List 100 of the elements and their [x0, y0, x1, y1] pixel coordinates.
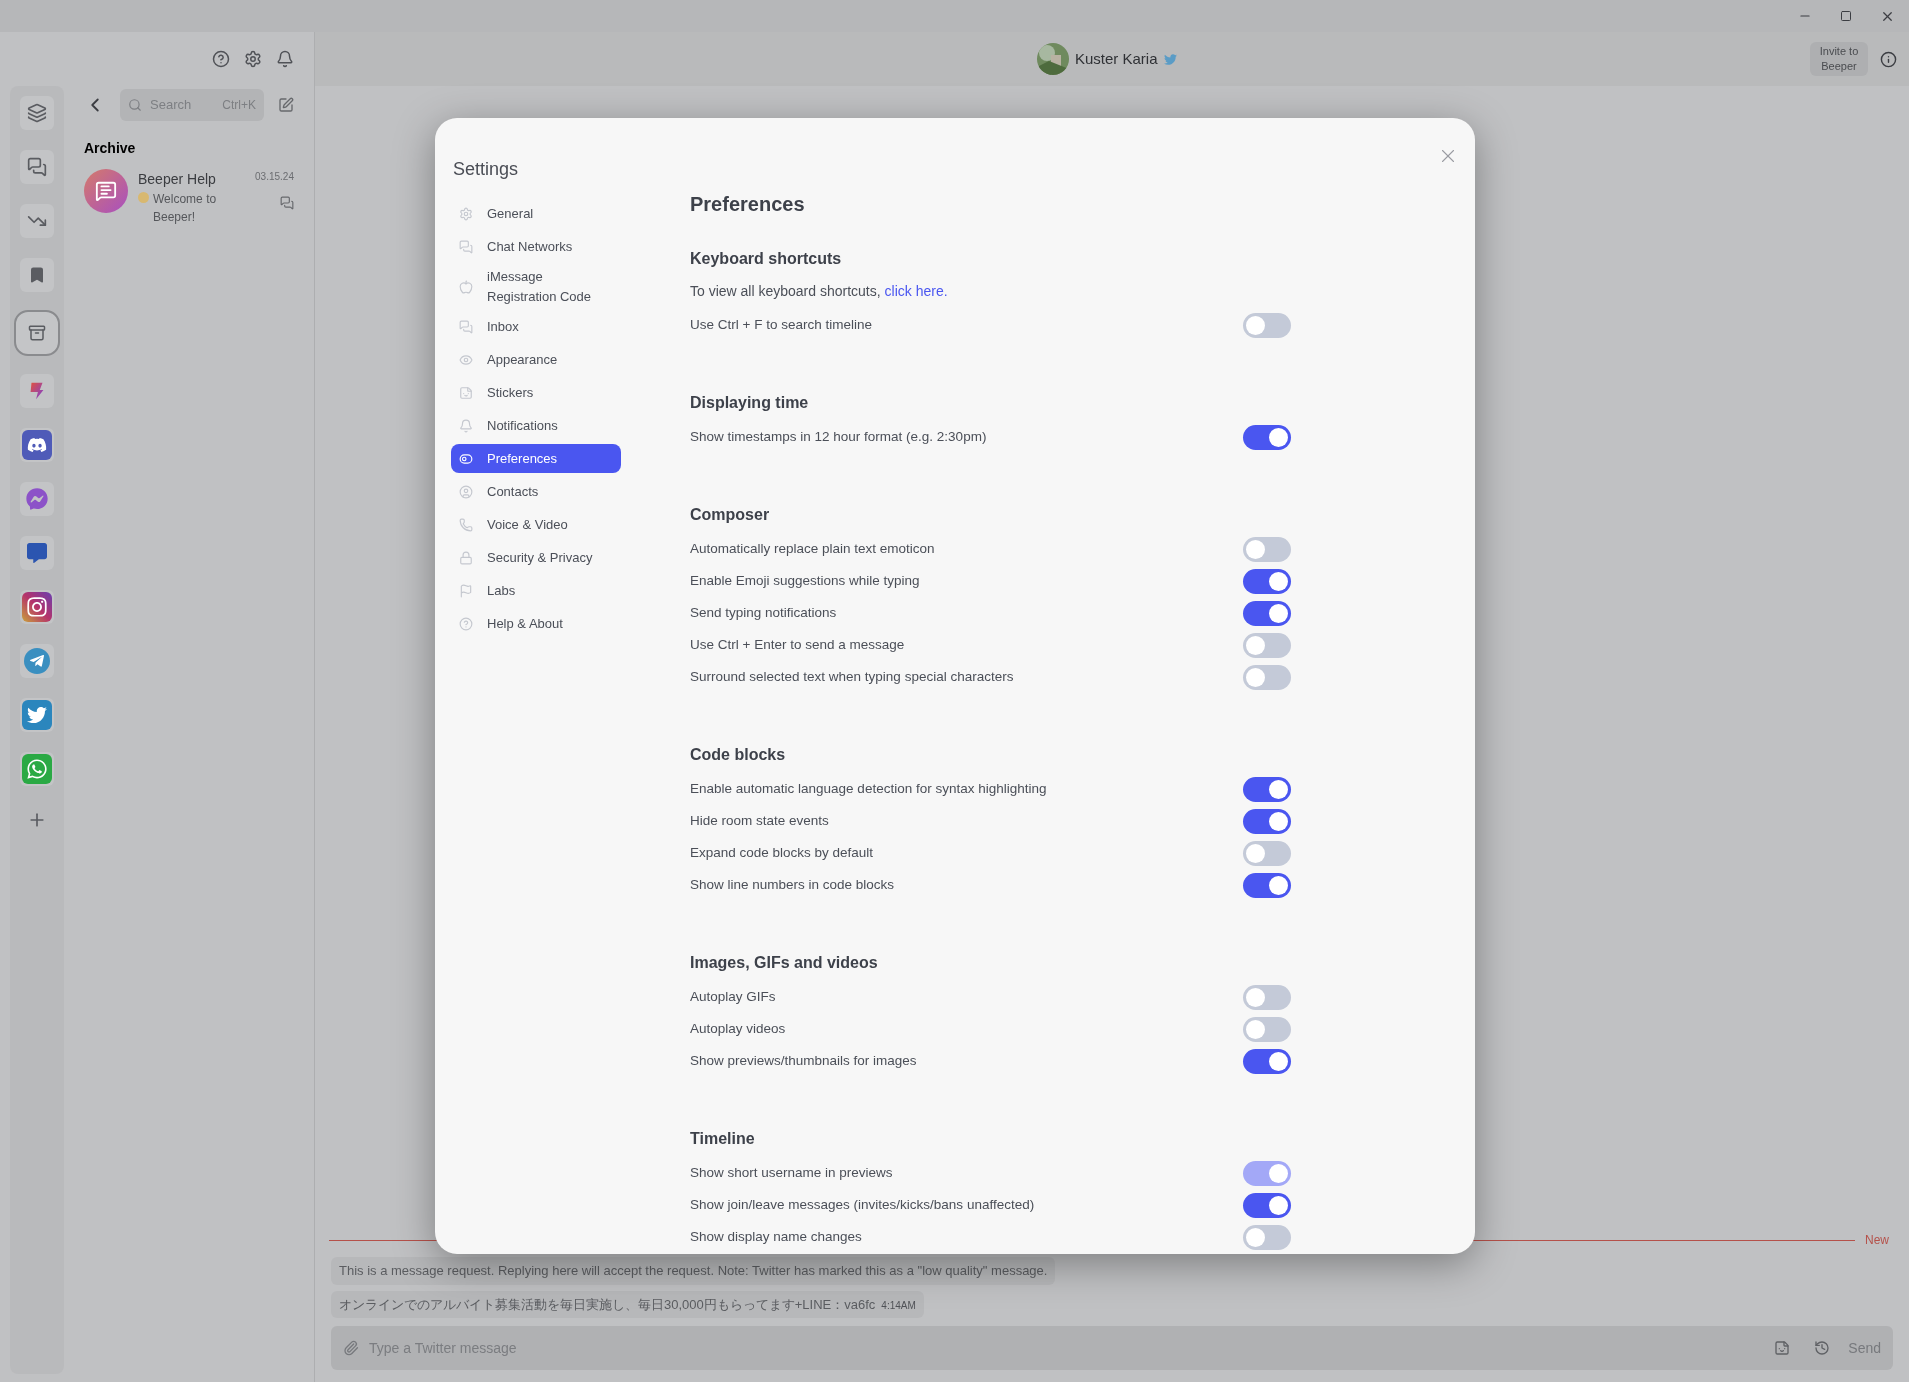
toggle-switch[interactable] — [1243, 600, 1291, 626]
section-heading: Keyboard shortcuts — [690, 249, 843, 269]
toggle-switch[interactable] — [1243, 808, 1291, 834]
bird-icon — [1163, 52, 1177, 66]
message-text: オンラインでのアルバイト募集活動を毎日実施し、毎日30,000円もらってます+LINE：va6fc — [339, 1295, 876, 1314]
toggle-icon — [459, 451, 473, 466]
apple-icon — [459, 279, 473, 294]
avatar-icon — [84, 169, 128, 213]
section-heading: Timeline — [690, 1129, 756, 1149]
invite-button[interactable]: Invite to Beeper — [1810, 42, 1868, 76]
click-here-link[interactable]: click here. — [884, 283, 948, 299]
settings-icon[interactable] — [244, 50, 262, 68]
settings-nav-item[interactable]: Stickers — [451, 378, 621, 407]
lock-icon — [459, 550, 473, 565]
setting-label: Expand code blocks by default — [690, 843, 874, 862]
rail-button[interactable] — [20, 698, 54, 732]
message-text: This is a message request. Replying here will accept the request. Note: Twitter has marked this as a "low quality" message. — [339, 1262, 1048, 1280]
chat-bubbles-icon — [459, 239, 473, 254]
toggle-switch[interactable] — [1243, 632, 1291, 658]
setting-label: Enable automatic language detection for syntax highlighting — [690, 779, 1047, 798]
person-circle-icon — [459, 484, 473, 499]
toggle-switch[interactable] — [1243, 872, 1291, 898]
section-heading: Images, GIFs and videos — [690, 953, 879, 973]
section-heading: Composer — [690, 505, 771, 525]
chat-item[interactable]: Beeper Help Welcome to Beeper! 03.15.24 — [84, 169, 294, 226]
settings-nav-item[interactable]: Security & Privacy — [451, 543, 621, 572]
bookmark-icon — [28, 266, 46, 284]
settings-nav-item[interactable]: Labs — [451, 576, 621, 605]
toggle-switch[interactable] — [1243, 1224, 1291, 1250]
bird-icon — [22, 700, 52, 730]
rail-button[interactable] — [20, 752, 54, 786]
rail-button[interactable] — [20, 590, 54, 624]
settings-nav-item[interactable]: Notifications — [451, 411, 621, 440]
sticker-icon[interactable] — [1774, 1340, 1791, 1356]
chat-time: 03.15.24 — [255, 170, 294, 184]
speech-bubble-icon — [27, 543, 47, 563]
rail-button[interactable] — [16, 312, 58, 354]
chat-bubbles-icon — [27, 157, 47, 177]
chat-preview: Welcome to Beeper! — [153, 191, 218, 226]
info-icon[interactable] — [1880, 50, 1897, 68]
message-time: 4:14AM — [881, 1298, 916, 1313]
toggle-switch[interactable] — [1243, 568, 1291, 594]
rail-button[interactable] — [20, 428, 54, 462]
section-heading: Archive — [84, 139, 137, 158]
setting-label: Show previews/thumbnails for images — [690, 1051, 917, 1070]
rail-button[interactable] — [20, 204, 54, 238]
settings-nav-item[interactable]: General — [451, 199, 621, 228]
setting-label: Use Ctrl + F to search timeline — [690, 315, 872, 334]
chat-bubbles-icon — [459, 319, 473, 334]
layers-icon — [27, 103, 47, 123]
rail-button[interactable] — [20, 96, 54, 130]
toggle-switch[interactable] — [1243, 984, 1291, 1010]
contact-name: Kuster Karia — [1075, 48, 1158, 69]
rail-button[interactable] — [20, 374, 54, 408]
help-icon — [459, 616, 473, 631]
settings-nav-item[interactable]: Appearance — [451, 345, 621, 374]
settings-nav-item[interactable]: Preferences — [451, 444, 621, 473]
flag-icon — [459, 583, 473, 598]
setting-label: Autoplay videos — [690, 1019, 786, 1038]
camera-icon — [22, 592, 52, 622]
toggle-switch[interactable] — [1243, 664, 1291, 690]
notification-bell-icon[interactable] — [276, 50, 294, 68]
toggle-switch[interactable] — [1243, 840, 1291, 866]
setting-label: Autoplay GIFs — [690, 987, 776, 1006]
inbox-tray-icon — [28, 324, 46, 342]
toggle-switch[interactable] — [1243, 1016, 1291, 1042]
setting-label: Show short username in previews — [690, 1163, 893, 1182]
rail-button[interactable] — [20, 536, 54, 570]
setting-label: Hide room state events — [690, 811, 829, 830]
settings-nav-item[interactable]: Voice & Video — [451, 510, 621, 539]
section-heading: Displaying time — [690, 393, 810, 413]
phone-icon — [459, 517, 473, 532]
toggle-switch[interactable] — [1243, 424, 1291, 450]
rail-button[interactable] — [20, 644, 54, 678]
settings-nav-item[interactable]: iMessage Registration Code — [451, 265, 621, 308]
compose-icon[interactable] — [278, 97, 294, 113]
rail-button[interactable] — [20, 150, 54, 184]
rail-button[interactable] — [20, 258, 54, 292]
bell-icon — [459, 418, 473, 433]
settings-nav-item[interactable]: Contacts — [451, 477, 621, 506]
history-icon[interactable] — [1814, 1340, 1831, 1356]
toggle-switch[interactable] — [1243, 536, 1291, 562]
settings-nav-item[interactable]: Chat Networks — [451, 232, 621, 261]
setting-label: Show join/leave messages (invites/kicks/bans unaffected) — [690, 1195, 1035, 1214]
eye-icon — [459, 352, 473, 367]
chat-bubble-icon — [280, 196, 294, 210]
toggle-switch[interactable] — [1243, 312, 1291, 338]
page-title: Preferences — [690, 192, 806, 217]
help-icon[interactable] — [212, 50, 230, 68]
toggle-switch[interactable] — [1243, 776, 1291, 802]
section-note: To view all keyboard shortcuts, click here. — [690, 282, 949, 301]
toggle-switch[interactable] — [1243, 1192, 1291, 1218]
gear-icon — [459, 206, 473, 221]
rail-button[interactable] — [20, 482, 54, 516]
setting-label: Enable Emoji suggestions while typing — [690, 571, 920, 590]
settings-nav-item[interactable]: Inbox — [451, 312, 621, 341]
toggle-switch[interactable] — [1243, 1048, 1291, 1074]
maximize-icon[interactable] — [1840, 10, 1852, 22]
settings-nav-item[interactable]: Help & About — [451, 609, 621, 638]
paperclip-icon[interactable] — [343, 1340, 359, 1356]
